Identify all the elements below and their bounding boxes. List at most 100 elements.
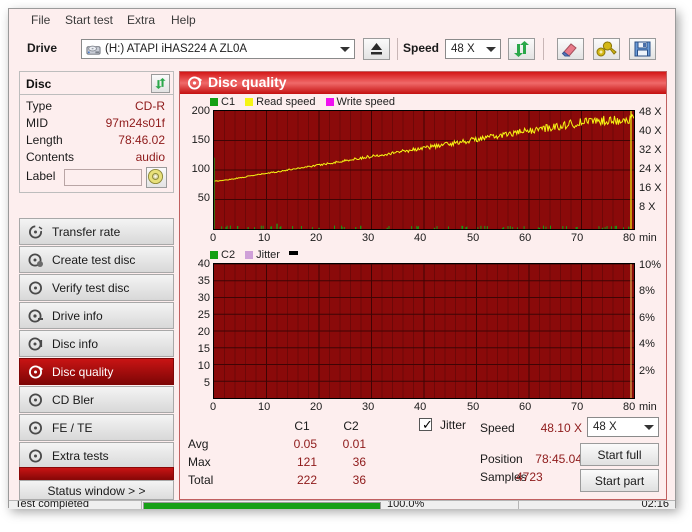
refresh-button[interactable] [508, 38, 535, 60]
sidebar-item-verify-test-disc[interactable]: Verify test disc [19, 274, 174, 301]
bottom-chart-ytick-25: 25 [197, 309, 210, 321]
top-chart-ytick-right-8x: 8 X [639, 201, 656, 213]
bottom-chart-xtick-50: 50 [467, 401, 480, 413]
save-button[interactable] [629, 38, 656, 60]
start-part-button[interactable]: Start part [580, 469, 659, 492]
disc-panel-header: Disc [19, 71, 174, 95]
status-window-button[interactable]: Status window > > [19, 480, 174, 500]
disc-create-icon [28, 252, 44, 273]
sidebar-item-drive-info[interactable]: Drive info [19, 302, 174, 329]
tools-button[interactable] [593, 38, 620, 60]
disc-info-value-contents: audio [135, 150, 165, 164]
stats-header-c2: C2 [343, 419, 359, 433]
top-chart-canvas [214, 111, 634, 229]
bottom-chart-xtick-60: 60 [519, 401, 532, 413]
sidebar-item-label: FE / TE [52, 421, 93, 435]
disc-info-key-type: Type [26, 99, 53, 113]
bottom-chart-xtick-20: 20 [310, 401, 323, 413]
disc-info-value-mid: 97m24s01f [105, 116, 165, 130]
drive-icon [86, 42, 101, 60]
stats-max-c1: 121 [296, 455, 317, 469]
disc-fete-icon [28, 420, 44, 441]
disc-info-key-length: Length [26, 133, 63, 147]
save-icon [630, 41, 655, 63]
chevron-down-icon[interactable] [339, 44, 350, 55]
bottom-chart-ytick-35: 35 [197, 275, 210, 287]
clear-button[interactable] [557, 38, 584, 60]
drive-select[interactable]: (H:) ATAPI iHAS224 A ZL0A [81, 39, 355, 59]
sidebar-item-cd-bler[interactable]: CD Bler [19, 386, 174, 413]
sidebar-item-label: Disc info [52, 337, 99, 351]
eject-button[interactable] [363, 38, 390, 60]
menu-item-start-test[interactable]: Start test [61, 12, 117, 28]
menu-item-help[interactable]: Help [167, 12, 200, 28]
bottom-chart-canvas [214, 264, 634, 398]
disc-info-row: Type CD-R [20, 99, 173, 116]
disc-info-key-mid: MID [26, 116, 48, 130]
bottom-chart-ytick-right-6: 6% [639, 312, 655, 324]
top-chart-ytick-right-16x: 16 X [639, 182, 662, 194]
disc-info-value-length: 78:46.02 [118, 133, 165, 147]
sidebar-item-disc-info[interactable]: Disc info [19, 330, 174, 357]
legend-swatch-c1 [210, 98, 218, 106]
drive-label: Drive [27, 41, 58, 55]
speed-value: 48 X [451, 43, 475, 55]
speed-select[interactable]: 48 X [445, 39, 501, 59]
disc-bler-icon [28, 392, 44, 413]
sidebar-item-create-test-disc[interactable]: Create test disc [19, 246, 174, 273]
top-chart-xtick-80: 80 [623, 232, 636, 244]
disc-label-button[interactable] [146, 167, 167, 188]
stats-row-label-total: Total [188, 473, 214, 487]
sidebar-item-disc-quality[interactable]: Disc quality [19, 358, 174, 385]
bottom-chart-ytick-right-10: 10% [639, 259, 662, 271]
position-stat-label: Position [480, 452, 523, 466]
sidebar-item-fe-te[interactable]: FE / TE [19, 414, 174, 441]
top-chart-xtick-40: 40 [414, 232, 427, 244]
bottom-chart-ytick-20: 20 [197, 326, 210, 338]
disc-label-input[interactable] [64, 169, 142, 186]
legend-label-read-speed: Read speed [256, 96, 316, 108]
menu-item-file[interactable]: File [27, 12, 54, 28]
disc-verify-icon [28, 280, 44, 301]
jitter-checkbox[interactable]: ✓ [419, 417, 433, 432]
stats-header-c1: C1 [294, 419, 310, 433]
chevron-down-icon[interactable] [485, 44, 496, 55]
sidebar-item-label: Create test disc [52, 253, 136, 267]
top-chart-ytick-200: 200 [191, 105, 210, 117]
menu-item-extra[interactable]: Extra [123, 12, 159, 28]
start-full-button[interactable]: Start full [580, 443, 659, 466]
top-chart-xtick-50: 50 [467, 232, 480, 244]
disc-icon [147, 168, 164, 189]
sidebar-item-label: Extra tests [52, 449, 109, 463]
bottom-chart-ytick-right-8: 8% [639, 285, 655, 297]
disc-panel-title: Disc [26, 77, 52, 91]
status-window-label: Status window > > [47, 484, 146, 498]
top-chart-xtick-30: 30 [362, 232, 375, 244]
sidebar-item-label: Transfer rate [52, 225, 121, 239]
sidebar-item-extra-tests[interactable]: Extra tests [19, 442, 174, 469]
disc-info-icon [28, 336, 44, 357]
panel-title-bar: Disc quality [180, 72, 666, 94]
status-progress-cell: 100.0% [142, 501, 519, 509]
disc-refresh-button[interactable] [151, 74, 170, 93]
legend-label-write-speed: Write speed [336, 96, 396, 108]
sidebar-item-transfer-rate[interactable]: Transfer rate [19, 218, 174, 245]
chevron-down-icon[interactable] [643, 422, 654, 433]
eject-icon [364, 43, 389, 63]
test-speed-select[interactable]: 48 X [587, 417, 659, 437]
bottom-chart-xtick-0: 0 [210, 401, 217, 413]
top-chart-ytick-right-24x: 24 X [639, 163, 662, 175]
status-bar: Test completed 100.0% 02:16 [9, 500, 675, 509]
sidebar-item-label: Drive info [52, 309, 103, 323]
refresh-icon [509, 41, 534, 63]
top-chart-ytick-right-48x: 48 X [639, 106, 662, 118]
tools-icon [594, 41, 619, 63]
stats-max-c2: 36 [352, 455, 366, 469]
toolbar-separator [397, 38, 398, 60]
speed-stat-label: Speed [480, 421, 515, 435]
top-chart-xtick-0: 0 [210, 232, 217, 244]
bottom-chart-ytick-10: 10 [197, 360, 210, 372]
disc-info-key-contents: Contents [26, 150, 75, 164]
bottom-chart-legend: C2 Jitter [210, 249, 299, 261]
refresh-icon [152, 78, 169, 96]
